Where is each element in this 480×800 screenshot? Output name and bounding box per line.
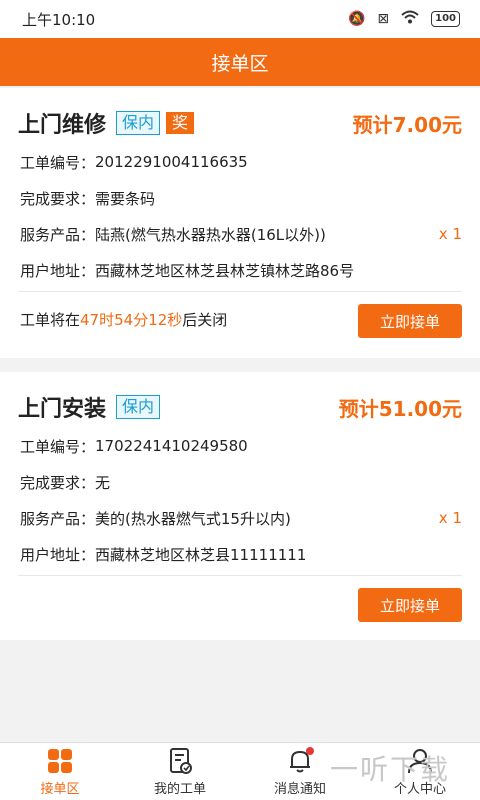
page-title: 接单区 — [211, 52, 269, 75]
close-countdown: 工单将在 47时54分12秒 后关闭 — [20, 310, 228, 329]
order-card: 上门维修 保内 奖 预计7.00元 工单编号： 2012291004116635… — [0, 88, 480, 358]
order-number: 1702241410249580 — [95, 437, 248, 455]
wifi-icon — [401, 10, 419, 28]
nav-label: 个人中心 — [393, 782, 446, 797]
divider — [18, 575, 462, 576]
estimated-price: 预计51.00元 — [338, 396, 462, 421]
user-icon — [406, 747, 434, 775]
product-row: 服务产品： 陆燕(燃气热水器热水器(16L以外)) x 1 — [20, 225, 462, 244]
quantity: x 1 — [438, 509, 462, 527]
status-time: 上午10:10 — [22, 10, 96, 29]
warranty-tag: 保内 — [116, 395, 161, 419]
order-type: 上门安装 — [18, 397, 107, 422]
product-row: 服务产品： 美的(热水器燃气式15升以内) x 1 — [20, 509, 462, 528]
requirement-row: 完成要求： 无 — [20, 473, 111, 492]
product: 陆燕(燃气热水器热水器(16L以外)) — [95, 225, 326, 244]
divider — [18, 291, 462, 292]
sim-icon: ⊠ — [377, 11, 390, 27]
status-bar: 上午10:10 🔕 ⊠ 100 — [0, 0, 480, 38]
nav-item-my-orders[interactable]: 我的工单 — [120, 743, 240, 800]
quantity: x 1 — [438, 225, 462, 243]
order-card: 上门安装 保内 预计51.00元 工单编号： 1702241410249580 … — [0, 372, 480, 640]
order-number: 2012291004116635 — [95, 153, 248, 171]
nav-label: 接单区 — [40, 782, 80, 797]
grid-icon — [46, 747, 74, 775]
bell-icon — [286, 747, 314, 775]
warranty-tag: 保内 — [116, 111, 161, 135]
reward-tag: 奖 — [166, 112, 195, 134]
order-card-header: 上门安装 保内 预计51.00元 — [18, 392, 462, 422]
address: 西藏林芝地区林芝县林芝镇林芝路86号 — [95, 261, 355, 280]
order-type: 上门维修 — [18, 113, 107, 138]
accept-order-button[interactable]: 立即接单 — [358, 588, 462, 622]
battery-icon: 100 — [431, 11, 460, 27]
order-card-header: 上门维修 保内 奖 预计7.00元 — [18, 108, 462, 138]
nav-label: 消息通知 — [273, 782, 326, 797]
status-icons: 🔕 ⊠ 100 — [348, 10, 460, 28]
address: 西藏林芝地区林芝县11111111 — [95, 545, 307, 564]
nav-item-order-area[interactable]: 接单区 — [0, 743, 120, 800]
order-number-row: 工单编号： 2012291004116635 — [20, 153, 248, 172]
address-row: 用户地址： 西藏林芝地区林芝县林芝镇林芝路86号 — [20, 261, 355, 280]
document-icon — [166, 747, 194, 775]
notification-badge-dot — [306, 747, 314, 755]
nav-label: 我的工单 — [153, 782, 206, 797]
requirement-row: 完成要求： 需要条码 — [20, 189, 156, 208]
countdown-timer: 47时54分12秒 — [80, 310, 183, 329]
address-row: 用户地址： 西藏林芝地区林芝县11111111 — [20, 545, 307, 564]
order-number-row: 工单编号： 1702241410249580 — [20, 437, 248, 456]
requirement: 需要条码 — [95, 189, 156, 208]
nav-item-notifications[interactable]: 消息通知 — [240, 743, 360, 800]
accept-order-button[interactable]: 立即接单 — [358, 304, 462, 338]
estimated-price: 预计7.00元 — [352, 112, 462, 137]
nav-item-profile[interactable]: 个人中心 — [360, 743, 480, 800]
requirement: 无 — [95, 473, 111, 492]
product: 美的(热水器燃气式15升以内) — [95, 509, 291, 528]
page-title-bar: 接单区 — [0, 38, 480, 86]
bottom-nav: 接单区 我的工单 消息通知 个人中心 — [0, 742, 480, 800]
mute-icon: 🔕 — [347, 11, 366, 27]
